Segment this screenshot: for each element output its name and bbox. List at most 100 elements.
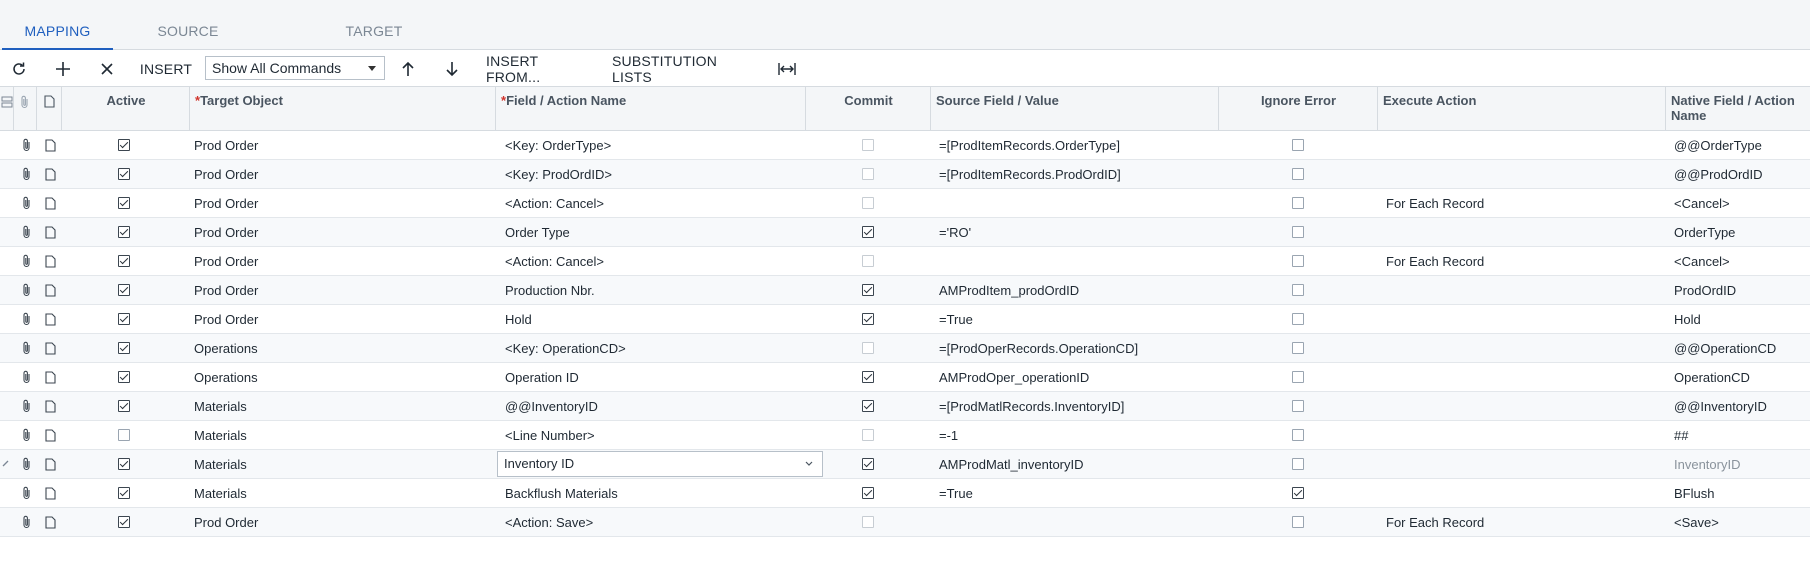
field-action-name-cell[interactable]: Order Type — [497, 218, 797, 247]
ignore-error-checkbox[interactable] — [1292, 197, 1304, 209]
execute-action-cell[interactable] — [1378, 218, 1663, 247]
commit-checkbox[interactable] — [862, 284, 874, 296]
native-field-action-name-cell[interactable]: @@ProdOrdID — [1666, 160, 1810, 189]
source-field-value-cell[interactable]: =[ProdItemRecords.OrderType] — [931, 131, 1216, 160]
source-field-value-cell[interactable]: =True — [931, 479, 1216, 508]
commit-checkbox[interactable] — [862, 139, 874, 151]
source-field-value-cell[interactable]: =[ProdMatlRecords.InventoryID] — [931, 392, 1216, 421]
header-commit[interactable]: Commit — [806, 87, 931, 131]
table-row[interactable]: Materials <Line Number> =-1 ## — [0, 421, 1810, 450]
field-action-name-cell[interactable]: <Action: Cancel> — [497, 189, 797, 218]
table-row[interactable]: Operations <Key: OperationCD> =[ProdOperRe… — [0, 334, 1810, 363]
active-checkbox[interactable] — [118, 342, 130, 354]
ignore-error-checkbox[interactable] — [1292, 255, 1304, 267]
active-checkbox[interactable] — [118, 458, 130, 470]
table-row[interactable]: Prod Order <Key: ProdOrdID> =[ProdItemReco… — [0, 160, 1810, 189]
header-field-action-name[interactable]: *Field / Action Name — [496, 87, 806, 131]
document-icon[interactable] — [45, 139, 56, 152]
delete-row-button[interactable] — [96, 50, 118, 87]
header-execute-action[interactable]: Execute Action — [1378, 87, 1666, 131]
document-icon[interactable] — [45, 226, 56, 239]
table-row[interactable]: Prod Order <Action: Cancel> For Each Recor… — [0, 189, 1810, 218]
table-row[interactable]: Materials Backflush Materials =True BFlush — [0, 479, 1810, 508]
ignore-error-checkbox[interactable] — [1292, 371, 1304, 383]
move-down-button[interactable] — [441, 50, 463, 87]
active-checkbox[interactable] — [118, 400, 130, 412]
native-field-action-name-cell[interactable]: @@OperationCD — [1666, 334, 1810, 363]
paperclip-icon[interactable] — [22, 167, 32, 181]
active-checkbox[interactable] — [118, 255, 130, 267]
table-row[interactable]: Prod Order Order Type ='RO' OrderType — [0, 218, 1810, 247]
field-action-name-cell[interactable]: <Key: OperationCD> — [497, 334, 797, 363]
target-object-cell[interactable]: Materials — [186, 450, 486, 479]
table-row[interactable]: Prod Order Hold =True Hold — [0, 305, 1810, 334]
move-up-button[interactable] — [397, 50, 419, 87]
native-field-action-name-cell[interactable]: <Cancel> — [1666, 189, 1810, 218]
active-checkbox[interactable] — [118, 284, 130, 296]
execute-action-cell[interactable] — [1378, 479, 1663, 508]
native-field-action-name-cell[interactable]: OrderType — [1666, 218, 1810, 247]
paperclip-icon[interactable] — [22, 486, 32, 500]
target-object-cell[interactable]: Materials — [186, 421, 486, 450]
native-field-action-name-cell[interactable]: <Cancel> — [1666, 247, 1810, 276]
header-ignore-error[interactable]: Ignore Error — [1219, 87, 1378, 131]
ignore-error-checkbox[interactable] — [1292, 487, 1304, 499]
header-native-field-action-name[interactable]: Native Field / Action Name — [1666, 87, 1810, 131]
document-icon[interactable] — [45, 458, 56, 471]
native-field-action-name-cell[interactable]: BFlush — [1666, 479, 1810, 508]
source-field-value-cell[interactable]: =True — [931, 305, 1216, 334]
execute-action-cell[interactable] — [1378, 363, 1663, 392]
insert-button[interactable]: INSERT — [140, 50, 192, 87]
source-field-value-cell[interactable] — [931, 508, 1216, 537]
field-action-name-cell[interactable]: Production Nbr. — [497, 276, 797, 305]
target-object-cell[interactable]: Materials — [186, 392, 486, 421]
target-object-cell[interactable]: Prod Order — [186, 189, 486, 218]
field-action-name-cell[interactable]: Operation ID — [497, 363, 797, 392]
command-filter-select[interactable]: Show All Commands — [205, 56, 385, 80]
target-object-cell[interactable]: Operations — [186, 363, 486, 392]
table-row[interactable]: Prod Order <Key: OrderType> =[ProdItemReco… — [0, 131, 1810, 160]
tab-mapping[interactable]: MAPPING — [2, 0, 113, 51]
document-icon[interactable] — [45, 313, 56, 326]
native-field-action-name-cell[interactable]: ## — [1666, 421, 1810, 450]
substitution-lists-button[interactable]: SUBSTITUTION LISTS — [612, 50, 756, 87]
commit-checkbox[interactable] — [862, 371, 874, 383]
document-icon[interactable] — [45, 197, 56, 210]
target-object-cell[interactable]: Prod Order — [186, 305, 486, 334]
active-checkbox[interactable] — [118, 197, 130, 209]
commit-checkbox[interactable] — [862, 458, 874, 470]
source-field-value-cell[interactable]: =[ProdOperRecords.OperationCD] — [931, 334, 1216, 363]
paperclip-icon[interactable] — [22, 312, 32, 326]
paperclip-icon[interactable] — [22, 196, 32, 210]
document-icon[interactable] — [45, 371, 56, 384]
document-icon[interactable] — [45, 429, 56, 442]
ignore-error-checkbox[interactable] — [1292, 284, 1304, 296]
ignore-error-checkbox[interactable] — [1292, 168, 1304, 180]
execute-action-cell[interactable] — [1378, 334, 1663, 363]
ignore-error-checkbox[interactable] — [1292, 226, 1304, 238]
ignore-error-checkbox[interactable] — [1292, 342, 1304, 354]
native-field-action-name-cell[interactable]: OperationCD — [1666, 363, 1810, 392]
ignore-error-checkbox[interactable] — [1292, 429, 1304, 441]
target-object-cell[interactable]: Prod Order — [186, 218, 486, 247]
execute-action-cell[interactable] — [1378, 131, 1663, 160]
active-checkbox[interactable] — [118, 371, 130, 383]
paperclip-icon[interactable] — [22, 138, 32, 152]
table-row[interactable]: Materials @@InventoryID =[ProdMatlRecords.… — [0, 392, 1810, 421]
commit-checkbox[interactable] — [862, 226, 874, 238]
paperclip-icon[interactable] — [22, 399, 32, 413]
target-object-cell[interactable]: Prod Order — [186, 508, 486, 537]
execute-action-cell[interactable] — [1378, 392, 1663, 421]
ignore-error-checkbox[interactable] — [1292, 139, 1304, 151]
row-selector-header[interactable] — [0, 87, 14, 131]
paperclip-icon[interactable] — [22, 341, 32, 355]
source-field-value-cell[interactable] — [931, 189, 1216, 218]
header-active[interactable]: Active — [62, 87, 190, 131]
execute-action-cell[interactable] — [1378, 160, 1663, 189]
source-field-value-cell[interactable]: ='RO' — [931, 218, 1216, 247]
paperclip-icon[interactable] — [22, 283, 32, 297]
field-action-name-cell[interactable]: <Action: Cancel> — [497, 247, 797, 276]
native-field-action-name-cell[interactable]: @@OrderType — [1666, 131, 1810, 160]
active-checkbox[interactable] — [118, 516, 130, 528]
document-icon[interactable] — [45, 168, 56, 181]
